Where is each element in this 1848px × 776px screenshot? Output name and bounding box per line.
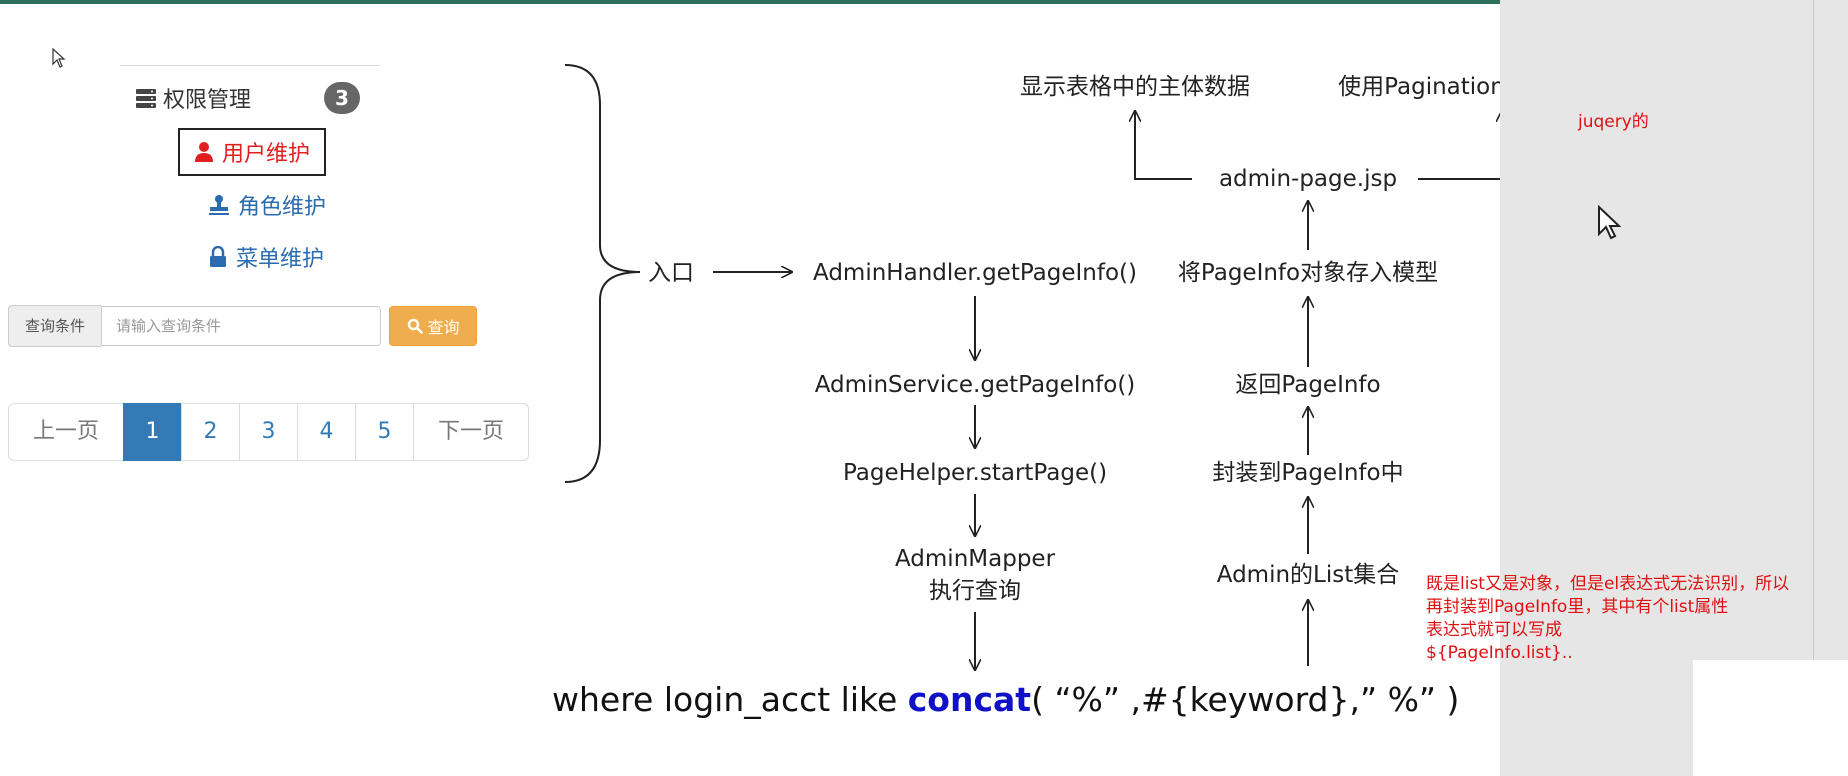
arrow-jsp-to-pagination: [1418, 111, 1500, 180]
curly-brace: [564, 64, 641, 483]
corner-white-box: [1693, 660, 1848, 776]
arrow-jsp-to-table: [1135, 111, 1192, 180]
mouse-cursor-icon: [1597, 205, 1621, 241]
sql-prefix: where login_acct like: [552, 680, 908, 719]
jquery-note: juqery的: [1578, 112, 1649, 132]
node-execute-query: 执行查询: [929, 578, 1021, 604]
list-note-line-1: 既是list又是对象，但是el表达式无法识别，所以: [1426, 574, 1790, 594]
output-table-data: 显示表格中的主体数据: [1020, 74, 1250, 100]
list-note-line-4: ${PageInfo.list}..: [1426, 643, 1573, 663]
node-pagehelper: PageHelper.startPage(): [842, 460, 1108, 486]
node-admin-mapper: AdminMapper: [894, 546, 1056, 572]
node-admin-service: AdminService.getPageInfo(): [814, 372, 1136, 398]
node-return-pageinfo: 返回PageInfo: [1235, 372, 1381, 398]
node-store-model: 将PageInfo对象存入模型: [1177, 260, 1439, 286]
entry-label: 入口: [648, 260, 694, 286]
slide: 权限管理 3 用户维护 角色维护 菜单维护 查询条件 请输入查询条件 查询 上一…: [0, 0, 1666, 776]
sql-keyword-concat: concat: [907, 680, 1032, 719]
list-note-line-3: 表达式就可以写成: [1426, 620, 1562, 640]
right-divider: [1813, 0, 1814, 660]
node-wrap-pageinfo: 封装到PageInfo中: [1212, 460, 1404, 486]
sql-where-clause: where login_acct like concat( “%” ,#{key…: [552, 680, 1459, 719]
sql-suffix: ( “%” ,#{keyword},” %” ): [1031, 680, 1460, 719]
node-admin-handler: AdminHandler.getPageInfo(): [813, 260, 1137, 286]
list-note-line-2: 再封装到PageInfo里，其中有个list属性: [1426, 597, 1729, 617]
node-admin-page-jsp: admin-page.jsp: [1218, 166, 1398, 192]
node-admin-list: Admin的List集合: [1216, 562, 1400, 588]
